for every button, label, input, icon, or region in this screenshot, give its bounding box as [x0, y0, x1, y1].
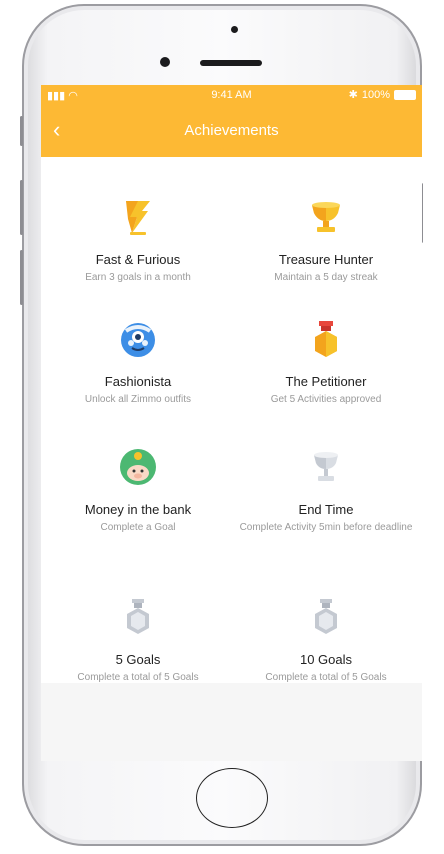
zimmo-mascot-icon — [121, 323, 155, 357]
achievement-fashionista[interactable]: Fashionista Unlock all Zimmo outfits — [43, 319, 233, 407]
silver-medal-icon — [127, 599, 149, 634]
achievement-desc: Complete Activity 5min before deadline — [239, 522, 413, 533]
achievement-name: Treasure Hunter — [278, 252, 374, 267]
lightning-trophy-icon — [126, 201, 150, 235]
achievement-petitioner[interactable]: The Petitioner Get 5 Activities approved — [231, 319, 421, 407]
achievement-name: Fashionista — [104, 374, 172, 389]
page-title: Achievements — [184, 122, 279, 139]
achievement-name: 5 Goals — [115, 652, 161, 667]
proximity-sensor — [231, 26, 238, 33]
battery-indicator: ✱ 100% — [349, 88, 416, 101]
achievement-fast-furious[interactable]: Fast & Furious Earn 3 goals in a month — [43, 197, 233, 285]
achievement-money-bank[interactable]: Money in the bank Complete a Goal — [43, 447, 233, 535]
achievement-desc: Earn 3 goals in a month — [85, 272, 191, 283]
achievement-desc: Complete a Goal — [100, 522, 176, 533]
silver-medal-icon — [315, 599, 337, 634]
achievement-name: End Time — [298, 502, 354, 517]
medal-icon — [315, 321, 337, 357]
achievement-treasure-hunter[interactable]: Treasure Hunter Maintain a 5 day streak — [231, 197, 421, 285]
achievement-name: The Petitioner — [285, 374, 367, 389]
volume-down-button — [20, 250, 23, 305]
achievement-desc: Unlock all Zimmo outfits — [84, 394, 192, 405]
achievement-name: Money in the bank — [84, 502, 192, 517]
nav-bar: ‹ Achievements — [41, 105, 422, 157]
earpiece-speaker — [200, 60, 262, 66]
achievement-5-goals[interactable]: 5 Goals Complete a total of 5 Goals — [43, 597, 233, 685]
front-camera — [160, 57, 170, 67]
achievement-desc: Maintain a 5 day streak — [274, 272, 378, 283]
battery-percent: 100% — [361, 88, 390, 101]
mute-switch — [20, 116, 23, 146]
bluetooth-icon: ✱ — [348, 89, 358, 101]
status-bar: ▮▮▮ ◠ 9:41 AM ✱ 100% — [41, 85, 422, 105]
app-screen: ▮▮▮ ◠ 9:41 AM ✱ 100% ‹ Achievements Fast… — [41, 85, 422, 761]
achievement-10-goals[interactable]: 10 Goals Complete a total of 5 Goals — [231, 597, 421, 685]
achievement-name: Fast & Furious — [95, 252, 181, 267]
battery-icon — [394, 89, 416, 100]
piggy-bank-icon — [120, 449, 156, 485]
achievement-desc: Get 5 Activities approved — [270, 394, 382, 405]
achievement-end-time[interactable]: End Time Complete Activity 5min before d… — [231, 447, 421, 535]
home-button[interactable] — [196, 768, 268, 828]
silver-cup-icon — [314, 452, 338, 481]
achievement-name: 10 Goals — [299, 652, 353, 667]
volume-up-button — [20, 180, 23, 235]
gold-cup-icon — [312, 202, 340, 232]
bottom-bezel-area — [41, 683, 422, 761]
